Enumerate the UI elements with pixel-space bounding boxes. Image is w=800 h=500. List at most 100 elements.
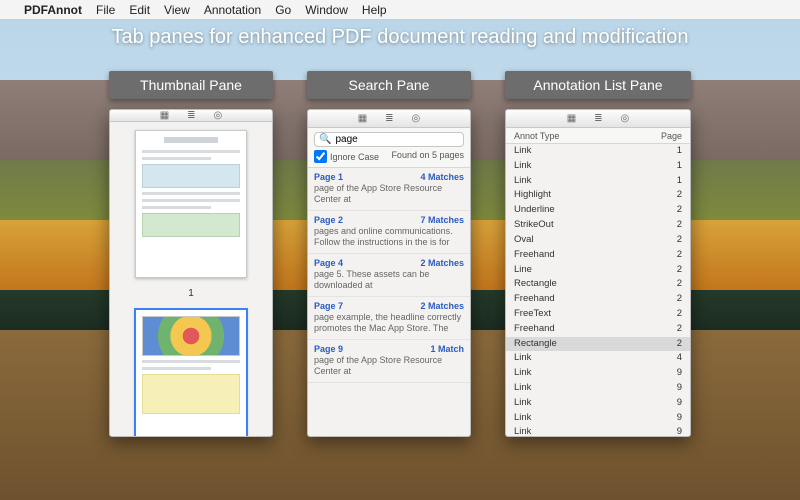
search-pane-toolbar: ▦ ≣ ◎: [308, 110, 470, 128]
col-annot-type[interactable]: Annot Type: [514, 131, 559, 141]
annotation-page: 1: [677, 175, 682, 188]
annotation-row[interactable]: Oval2: [506, 233, 690, 248]
result-snippet: page 5. These assets can be downloaded a…: [314, 269, 464, 291]
annotation-page: 2: [677, 249, 682, 262]
desktop: PDFAnnot File Edit View Annotation Go Wi…: [0, 0, 800, 500]
annotation-rows: Link1Link1Link1Highlight2Underline2Strik…: [506, 144, 690, 436]
annotation-page: 9: [677, 382, 682, 395]
menu-help[interactable]: Help: [362, 3, 387, 17]
annotation-page: 2: [677, 264, 682, 277]
col-page[interactable]: Page: [661, 131, 682, 141]
annotation-row[interactable]: Rectangle2: [506, 277, 690, 292]
annotation-row[interactable]: Freehand 2: [506, 248, 690, 263]
menu-window[interactable]: Window: [305, 3, 348, 17]
annotation-column: Annotation List Pane ▦ ≣ ◎ Annot Type Pa…: [505, 71, 691, 437]
annotation-page: 1: [677, 160, 682, 173]
grid-icon[interactable]: ▦: [567, 113, 576, 124]
annotation-row[interactable]: Link 9: [506, 411, 690, 426]
thumbnail-pane-label: Thumbnail Pane: [109, 71, 273, 99]
result-count: 7 Matches: [420, 215, 464, 225]
result-count: 4 Matches: [420, 172, 464, 182]
annotation-page: 2: [677, 204, 682, 217]
annotation-page: 2: [677, 189, 682, 202]
annotation-type: Highlight: [514, 189, 551, 202]
grid-icon[interactable]: ▦: [160, 110, 169, 121]
search-icon: 🔍: [319, 134, 331, 145]
annotation-table-header: Annot Type Page: [506, 128, 690, 144]
result-page: Page 1: [314, 172, 343, 182]
annotation-type: Link: [514, 382, 531, 395]
search-column: Search Pane ▦ ≣ ◎ 🔍 Ignore Case: [307, 71, 471, 437]
menu-annotation[interactable]: Annotation: [204, 3, 261, 17]
annotation-page: 2: [677, 323, 682, 336]
result-page: Page 7: [314, 301, 343, 311]
annotation-type: FreeText: [514, 308, 551, 321]
search-pane: ▦ ≣ ◎ 🔍 Ignore Case Found on 5 page: [307, 109, 471, 437]
thumbnail-page-1-number: 1: [188, 288, 194, 299]
menu-go[interactable]: Go: [275, 3, 291, 17]
result-count: 2 Matches: [420, 258, 464, 268]
annotation-row[interactable]: Underline2: [506, 203, 690, 218]
result-snippet: pages and online communications. Follow …: [314, 226, 464, 248]
search-results: Page 14 Matches page of the App Store Re…: [308, 168, 470, 436]
ignore-case-toggle[interactable]: Ignore Case: [314, 150, 379, 163]
list-icon[interactable]: ≣: [385, 113, 393, 124]
search-result[interactable]: Page 4 2 Matches page 5. These assets can…: [308, 254, 470, 297]
search-result[interactable]: Page 91 Match page of the App Store Reso…: [308, 340, 470, 383]
thumbnail-column: Thumbnail Pane ▦ ≣ ◎ 1: [109, 71, 273, 437]
annotation-row[interactable]: Freehand2: [506, 322, 690, 337]
search-header: 🔍 Ignore Case Found on 5 pages: [308, 128, 470, 168]
target-icon[interactable]: ◎: [621, 113, 630, 124]
annotation-row[interactable]: Link1: [506, 144, 690, 159]
search-result[interactable]: Page 7 2 Matches page example, the headli…: [308, 297, 470, 340]
app-name[interactable]: PDFAnnot: [24, 3, 82, 17]
annotation-type: Link: [514, 412, 531, 425]
annotation-type: Line: [514, 264, 532, 277]
search-result[interactable]: Page 27 Matches pages and online communi…: [308, 211, 470, 254]
headline: Tab panes for enhanced PDF document read…: [0, 26, 800, 49]
menu-view[interactable]: View: [164, 3, 190, 17]
ignore-case-label: Ignore Case: [330, 152, 379, 162]
list-icon[interactable]: ≣: [187, 110, 195, 121]
annotation-row[interactable]: Link 1: [506, 174, 690, 189]
search-input[interactable]: [335, 134, 467, 145]
annotation-row[interactable]: FreeText2: [506, 307, 690, 322]
annotation-page: 9: [677, 412, 682, 425]
menu-edit[interactable]: Edit: [129, 3, 150, 17]
annotation-row[interactable]: Link 9: [506, 381, 690, 396]
annotation-type: Oval: [514, 234, 534, 247]
annotation-page: 2: [677, 278, 682, 291]
result-count: 2 Matches: [420, 301, 464, 311]
result-page: Page 9: [314, 344, 343, 354]
list-icon[interactable]: ≣: [594, 113, 602, 124]
annotation-row[interactable]: Line 2: [506, 263, 690, 278]
thumbnail-page-2[interactable]: [135, 309, 247, 437]
target-icon[interactable]: ◎: [412, 113, 421, 124]
search-box[interactable]: 🔍: [314, 132, 464, 147]
annotation-row[interactable]: Freehand2: [506, 292, 690, 307]
annotation-type: Link: [514, 145, 531, 158]
annotation-row[interactable]: Link9: [506, 366, 690, 381]
grid-icon[interactable]: ▦: [358, 113, 367, 124]
annotation-row[interactable]: Highlight 2: [506, 188, 690, 203]
annotation-row[interactable]: Link1: [506, 159, 690, 174]
result-snippet: page example, the headline correctly pro…: [314, 312, 464, 334]
result-page: Page 4: [314, 258, 343, 268]
result-count: 1 Match: [430, 344, 464, 354]
annotation-row[interactable]: Link9: [506, 425, 690, 436]
search-result[interactable]: Page 14 Matches page of the App Store Re…: [308, 168, 470, 211]
menu-file[interactable]: File: [96, 3, 115, 17]
annotation-row[interactable]: StrikeOut2: [506, 218, 690, 233]
annotation-type: Link: [514, 367, 531, 380]
annotation-row[interactable]: Link4: [506, 351, 690, 366]
annotation-type: Rectangle: [514, 338, 557, 351]
annotation-row[interactable]: Rectangle2: [506, 337, 690, 352]
annotation-type: Link: [514, 175, 531, 188]
thumbnail-page-1[interactable]: [135, 130, 247, 278]
annotation-type: Link: [514, 426, 531, 436]
annotation-type: Freehand: [514, 249, 555, 262]
annotation-row[interactable]: Link9: [506, 396, 690, 411]
target-icon[interactable]: ◎: [214, 110, 223, 121]
thumbnail-pane-toolbar: ▦ ≣ ◎: [110, 110, 272, 122]
ignore-case-checkbox[interactable]: [314, 150, 327, 163]
